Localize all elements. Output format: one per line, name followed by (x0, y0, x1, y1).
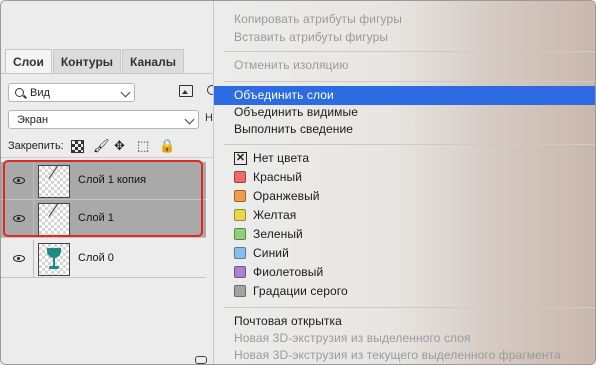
menu-item-label: Красный (253, 170, 302, 184)
menu-item-color-yellow[interactable]: Желтая (214, 206, 595, 225)
lock-image-brush-icon[interactable]: 🖌 (93, 139, 110, 153)
context-menu: Копировать атрибуты фигуры Вставить атри… (213, 1, 595, 364)
lock-label: Закрепить: (8, 140, 64, 152)
menu-divider (224, 144, 595, 145)
app-window: Слои Контуры Каналы Вид Экран Н Закрепит… (0, 0, 596, 365)
menu-item-color-green[interactable]: Зеленый (214, 225, 595, 244)
goblet-base (49, 266, 59, 269)
menu-item-copy-shape-attributes[interactable]: Копировать атрибуты фигуры (214, 10, 595, 29)
layer-name: Слой 0 (78, 252, 114, 264)
layer-filter-select[interactable]: Вид (8, 83, 135, 102)
layer-row[interactable]: Слой 0 (1, 240, 206, 278)
tab-channels[interactable]: Каналы (122, 49, 184, 74)
no-color-x-icon: ✕ (234, 152, 247, 165)
menu-item-label: Градации серого (253, 284, 348, 298)
menu-item-flatten-image[interactable]: Выполнить сведение (214, 120, 595, 139)
lock-transparency-icon[interactable] (71, 140, 84, 153)
menu-item-label: Нет цвета (253, 151, 310, 165)
opacity-label-partial: Н (205, 112, 213, 124)
menu-item-release-isolation[interactable]: Отменить изоляцию (214, 56, 595, 75)
blend-mode-value: Экран (17, 114, 49, 126)
menu-item-label: Фиолетовый (253, 265, 324, 279)
menu-item-color-red[interactable]: Красный (214, 168, 595, 187)
color-swatch (234, 171, 246, 183)
panel-top-area (1, 1, 213, 47)
link-layers-icon[interactable] (195, 356, 207, 364)
menu-item-3d-extrusion-selection[interactable]: Новая 3D-экструзия из текущего выделенно… (214, 346, 595, 364)
goblet-image (47, 248, 61, 270)
menu-item-color-orange[interactable]: Оранжевый (214, 187, 595, 206)
image-filter-icon[interactable] (179, 85, 193, 97)
chevron-down-icon (184, 114, 195, 125)
goblet-cup (47, 248, 61, 258)
tab-layers[interactable]: Слои (5, 49, 52, 74)
lock-position-move-icon[interactable]: ✥ (114, 139, 125, 153)
blend-mode-select[interactable]: Экран (8, 110, 199, 129)
divider (1, 237, 206, 238)
menu-item-label: Синий (253, 246, 289, 260)
divider (1, 157, 213, 158)
layer-filter-value: Вид (30, 87, 50, 99)
menu-item-color-none[interactable]: ✕ Нет цвета (214, 149, 595, 168)
lock-artboard-icon[interactable]: ⬚ (137, 139, 149, 153)
panel-tabs: Слои Контуры Каналы (5, 49, 185, 74)
menu-item-color-gray[interactable]: Градации серого (214, 282, 595, 301)
menu-divider (224, 81, 595, 82)
layers-panel: Слои Контуры Каналы Вид Экран Н Закрепит… (1, 1, 217, 364)
visibility-eye-icon[interactable] (13, 255, 25, 262)
menu-item-label: Желтая (253, 208, 297, 222)
menu-item-label: Зеленый (253, 227, 303, 241)
menu-item-paste-shape-attributes[interactable]: Вставить атрибуты фигуры (214, 28, 595, 47)
color-swatch (234, 247, 246, 259)
color-swatch (234, 190, 246, 202)
divider (1, 277, 206, 278)
menu-item-color-violet[interactable]: Фиолетовый (214, 263, 595, 282)
menu-item-color-blue[interactable]: Синий (214, 244, 595, 263)
search-icon (15, 88, 24, 97)
lock-all-icon[interactable]: 🔒 (159, 139, 175, 153)
layer-thumbnail (38, 243, 70, 276)
goblet-stem (53, 258, 55, 266)
color-swatch (234, 266, 246, 278)
menu-item-label: Оранжевый (253, 189, 320, 203)
divider (33, 240, 34, 278)
chevron-down-icon (120, 87, 131, 98)
color-swatch (234, 209, 246, 221)
tab-divider (1, 73, 213, 74)
menu-divider (224, 51, 595, 52)
selection-annotation-box (3, 160, 203, 237)
tab-paths[interactable]: Контуры (52, 49, 122, 74)
color-swatch (234, 228, 246, 240)
menu-divider (224, 307, 595, 308)
color-swatch (234, 285, 246, 297)
